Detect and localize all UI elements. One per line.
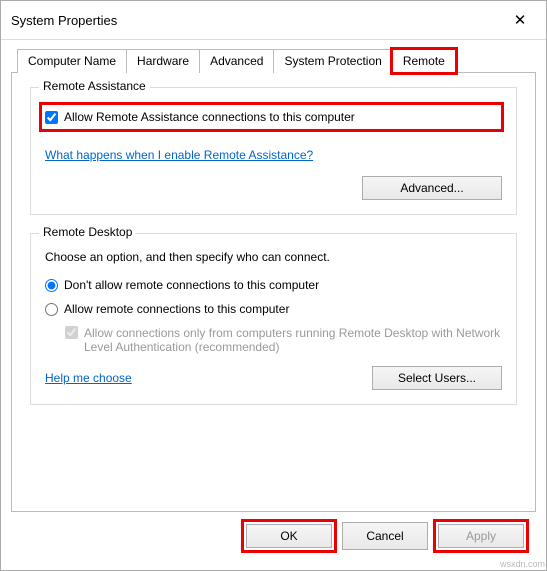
remote-tab-panel: Remote Assistance Allow Remote Assistanc… (11, 72, 536, 512)
tab-advanced[interactable]: Advanced (199, 49, 274, 73)
nla-label: Allow connections only from computers ru… (84, 326, 502, 354)
close-icon: ✕ (514, 11, 527, 29)
dialog-body: Computer Name Hardware Advanced System P… (1, 40, 546, 570)
system-properties-window: System Properties ✕ Computer Name Hardwa… (0, 0, 547, 571)
tab-computer-name[interactable]: Computer Name (17, 49, 127, 73)
cancel-button[interactable]: Cancel (342, 522, 428, 550)
dialog-button-row: OK Cancel Apply (11, 512, 536, 560)
ra-advanced-row: Advanced... (45, 176, 502, 200)
ok-button[interactable]: OK (246, 524, 332, 548)
allow-remote-assistance-label: Allow Remote Assistance connections to t… (64, 110, 355, 124)
select-users-button[interactable]: Select Users... (372, 366, 502, 390)
ok-highlight: OK (244, 522, 334, 550)
apply-button: Apply (438, 524, 524, 548)
radio-dont-allow-row[interactable]: Don't allow remote connections to this c… (45, 278, 502, 292)
remote-desktop-instruction: Choose an option, and then specify who c… (45, 250, 502, 264)
apply-highlight: Apply (436, 522, 526, 550)
radio-allow[interactable] (45, 303, 58, 316)
remote-assistance-title: Remote Assistance (39, 79, 150, 93)
remote-desktop-title: Remote Desktop (39, 225, 136, 239)
tab-hardware[interactable]: Hardware (126, 49, 200, 73)
radio-dont-allow-label: Don't allow remote connections to this c… (64, 278, 319, 292)
watermark: wsxdn.com (500, 559, 545, 569)
radio-allow-row[interactable]: Allow remote connections to this compute… (45, 302, 502, 316)
ra-help-row: What happens when I enable Remote Assist… (45, 148, 502, 162)
radio-dont-allow[interactable] (45, 279, 58, 292)
remote-assistance-group: Remote Assistance Allow Remote Assistanc… (30, 87, 517, 215)
help-me-choose-link[interactable]: Help me choose (45, 371, 132, 385)
allow-remote-assistance-checkbox[interactable] (45, 111, 58, 124)
radio-allow-label: Allow remote connections to this compute… (64, 302, 289, 316)
nla-row: Allow connections only from computers ru… (65, 326, 502, 354)
remote-assistance-help-link[interactable]: What happens when I enable Remote Assist… (45, 148, 313, 162)
window-title: System Properties (11, 13, 117, 28)
tab-system-protection[interactable]: System Protection (273, 49, 392, 73)
nla-checkbox (65, 326, 78, 339)
rd-footer: Help me choose Select Users... (45, 366, 502, 390)
tab-remote[interactable]: Remote (392, 49, 456, 73)
advanced-button[interactable]: Advanced... (362, 176, 502, 200)
allow-remote-assistance-row[interactable]: Allow Remote Assistance connections to t… (41, 104, 502, 130)
close-button[interactable]: ✕ (502, 7, 538, 33)
remote-desktop-group: Remote Desktop Choose an option, and the… (30, 233, 517, 405)
tab-strip: Computer Name Hardware Advanced System P… (11, 48, 536, 72)
titlebar: System Properties ✕ (1, 1, 546, 40)
